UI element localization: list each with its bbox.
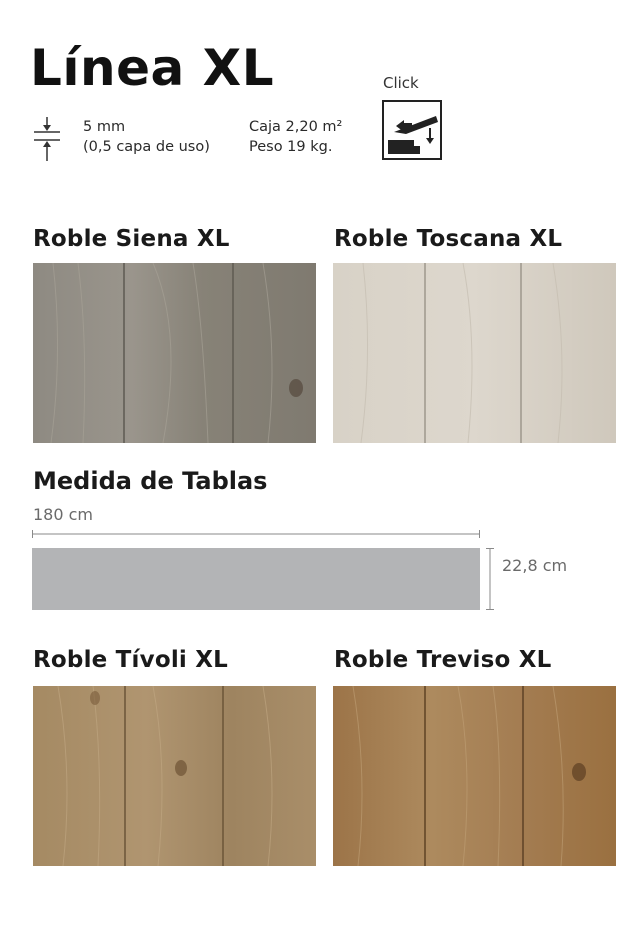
dimensions-title: Medida de Tablas: [33, 467, 268, 495]
page-title: Línea XL: [30, 39, 275, 97]
product-name-treviso: Roble Treviso XL: [334, 647, 552, 673]
plank-length: 180 cm: [33, 505, 94, 524]
thickness-spec: 5 mm (0,5 capa de uso): [83, 117, 210, 157]
swatch-treviso: [333, 686, 616, 866]
box-weight: Peso 19 kg.: [249, 139, 333, 155]
width-dimension-line: [486, 548, 494, 610]
wear-layer-value: (0,5 capa de uso): [83, 139, 210, 155]
swatch-siena: [33, 263, 316, 443]
product-name-tivoli: Roble Tívoli XL: [33, 647, 228, 673]
click-install-icon: [382, 100, 442, 160]
product-name-siena: Roble Siena XL: [33, 226, 230, 252]
length-dimension-line: [32, 530, 480, 538]
swatch-tivoli: [33, 686, 316, 866]
box-area: Caja 2,20 m²: [249, 119, 343, 135]
plank-width: 22,8 cm: [502, 556, 568, 575]
swatch-toscana: [333, 263, 616, 443]
plank-diagram: [32, 548, 480, 610]
product-name-toscana: Roble Toscana XL: [334, 226, 563, 252]
thickness-value: 5 mm: [83, 119, 126, 135]
thickness-icon: [34, 117, 60, 161]
click-label: Click: [383, 74, 419, 92]
box-spec: Caja 2,20 m² Peso 19 kg.: [249, 117, 342, 157]
